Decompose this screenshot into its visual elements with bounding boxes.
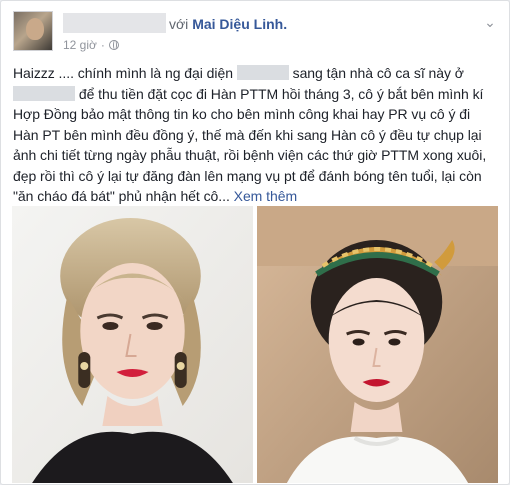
post-text-segment: "ăn cháo đá bát" phủ nhận hết cô... bbox=[13, 188, 230, 204]
portrait-photo-right bbox=[257, 206, 498, 483]
portrait-photo-left bbox=[12, 206, 253, 483]
avatar-face bbox=[26, 18, 44, 40]
post-timestamp[interactable]: 12 giờ bbox=[63, 38, 97, 52]
post-line-7: "ăn cháo đá bát" phủ nhận hết cô... Xem … bbox=[13, 186, 501, 207]
photo-2[interactable] bbox=[257, 206, 498, 483]
post-line-6: đẹp rồi thì cô ý lại tự đăng đàn lên mạn… bbox=[13, 167, 482, 184]
author-avatar[interactable] bbox=[13, 11, 53, 51]
tagged-friend-link[interactable]: Mai Diệu Linh. bbox=[192, 16, 287, 32]
chevron-down-icon[interactable]: ⌄ bbox=[481, 15, 499, 29]
post-text-segment: Haizzz .... chính mình là ng đại diện bbox=[13, 65, 233, 81]
post-line-3: Hợp Đồng bảo mật thông tin ko cho bên mì… bbox=[13, 106, 471, 122]
post-text-segment: sang tận nhà cô ca sĩ này ở bbox=[292, 65, 464, 81]
meta-separator: · bbox=[100, 38, 105, 52]
post-line-5: ảnh chi tiết từng ngày phẫu thuật, rồi b… bbox=[13, 147, 487, 163]
post-header: với Mai Diệu Linh. 12 giờ · ⌄ bbox=[13, 9, 499, 53]
post-body: Haizzz .... chính mình là ng đại diện sa… bbox=[13, 63, 501, 207]
post-line-2: để thu tiền đặt cọc đi Hàn PTTM hồi thán… bbox=[13, 84, 501, 105]
redacted-text bbox=[13, 85, 75, 101]
tagged-line: với Mai Diệu Linh. bbox=[169, 16, 287, 32]
see-more-link[interactable]: Xem thêm bbox=[234, 188, 297, 204]
post-line-4: Hàn PT bên mình đều đồng ý, thế mà đến k… bbox=[13, 126, 482, 143]
post-line-1: Haizzz .... chính mình là ng đại diện sa… bbox=[13, 63, 501, 84]
post-card: với Mai Diệu Linh. 12 giờ · ⌄ Haizzz ...… bbox=[0, 0, 510, 485]
globe-icon[interactable] bbox=[108, 40, 119, 50]
with-prefix: với bbox=[169, 16, 189, 32]
post-text-segment: để thu tiền đặt cọc đi Hàn PTTM hồi thán… bbox=[78, 85, 484, 102]
photo-1[interactable] bbox=[12, 206, 253, 483]
post-meta: 12 giờ · bbox=[63, 38, 119, 52]
author-name-redacted bbox=[63, 13, 166, 33]
photo-grid bbox=[12, 206, 498, 483]
redacted-text bbox=[236, 65, 289, 80]
